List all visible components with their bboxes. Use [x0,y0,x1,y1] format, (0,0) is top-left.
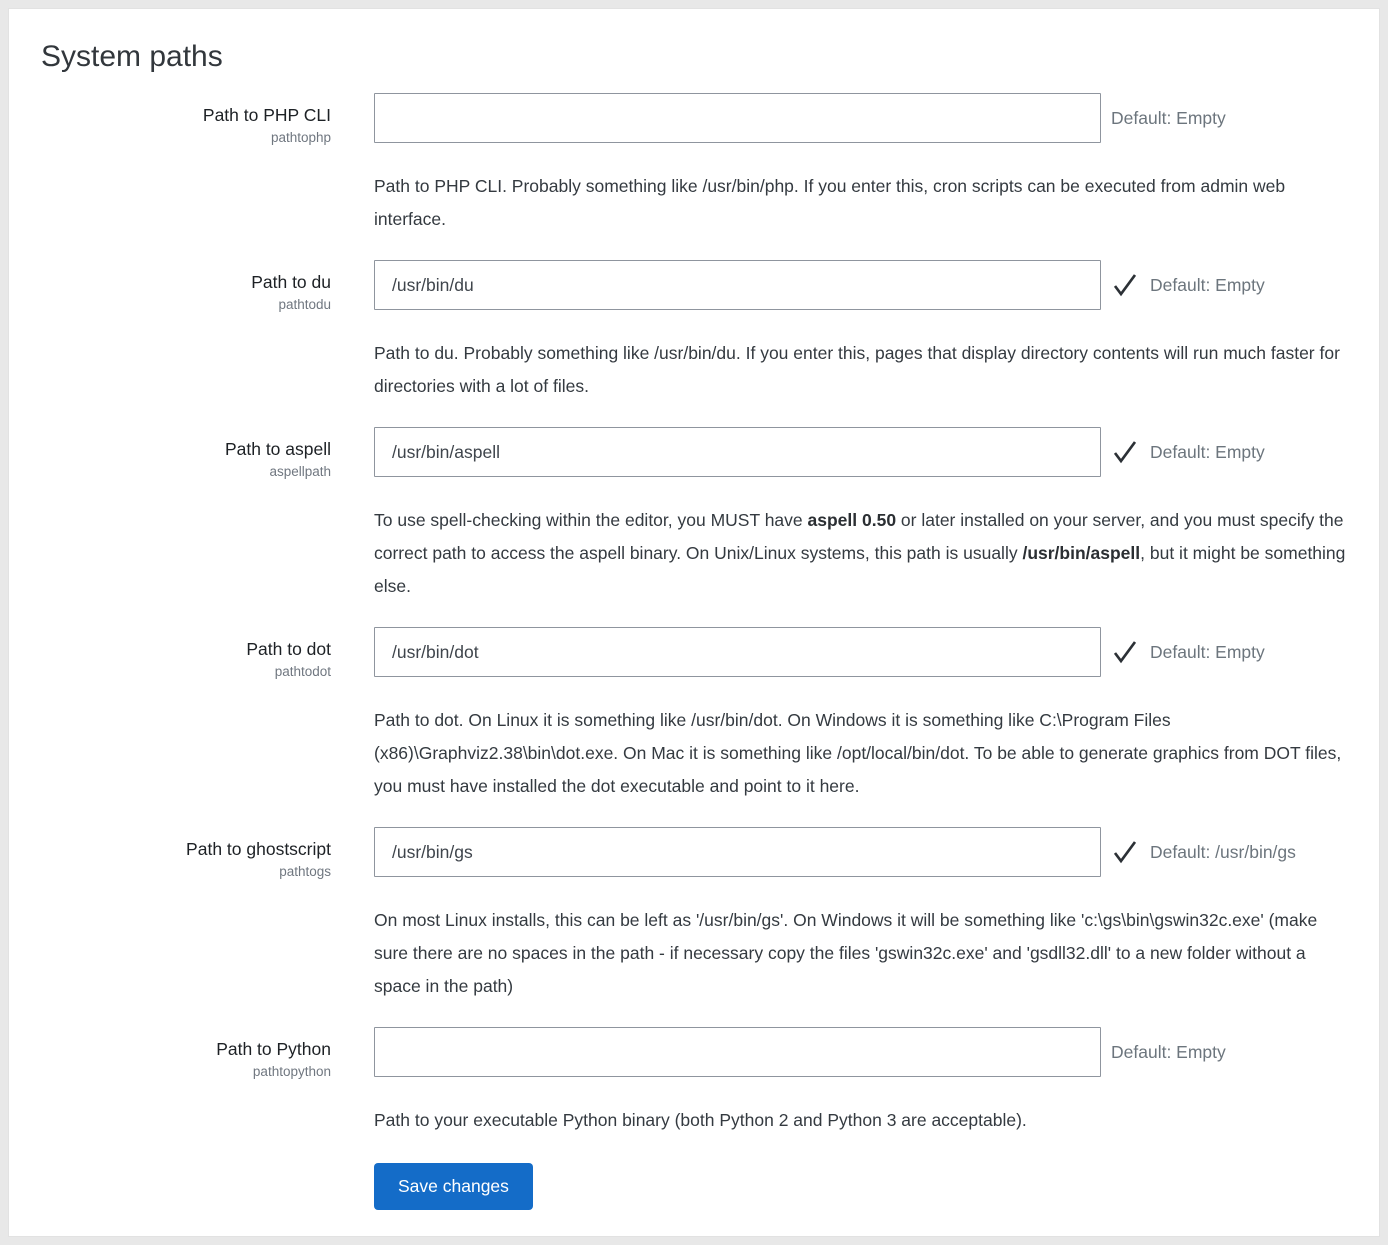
setting-label: Path to PHP CLI [37,102,331,128]
setting-input[interactable] [374,627,1101,677]
setting-label-block: Path to ghostscript pathtogs [37,827,331,1003]
setting-label: Path to ghostscript [37,836,331,862]
setting-label-block: Path to Python pathtopython [37,1027,331,1137]
setting-label-block: Path to PHP CLI pathtophp [37,93,331,236]
setting-machine-name: pathtopython [37,1064,331,1079]
default-value-label: Default: /usr/bin/gs [1150,842,1296,863]
setting-machine-name: pathtodu [37,297,331,312]
setting-main-block: Default: Empty Path to your executable P… [374,1027,1353,1137]
setting-main-block: Default: Empty Path to dot. On Linux it … [374,627,1353,803]
setting-description: To use spell-checking within the editor,… [374,504,1353,603]
setting-row: Path to PHP CLI pathtophp Default: Empty… [37,93,1353,236]
setting-input[interactable] [374,93,1101,143]
setting-main-block: Default: Empty Path to du. Probably some… [374,260,1353,403]
checkmark-icon [1110,837,1140,867]
setting-row: Path to dot pathtodot Default: Empty Pat… [37,627,1353,803]
setting-input[interactable] [374,427,1101,477]
setting-machine-name: pathtogs [37,864,331,879]
default-value-label: Default: Empty [1150,442,1265,463]
checkmark-icon [1110,437,1140,467]
setting-input-line: Default: Empty [374,427,1353,477]
setting-main-block: Default: /usr/bin/gs On most Linux insta… [374,827,1353,1003]
settings-list: Path to PHP CLI pathtophp Default: Empty… [37,93,1353,1137]
setting-label-block: Path to du pathtodu [37,260,331,403]
default-value-label: Default: Empty [1111,1042,1226,1063]
setting-description: Path to your executable Python binary (b… [374,1104,1353,1137]
setting-main-block: Default: Empty To use spell-checking wit… [374,427,1353,603]
save-changes-button[interactable]: Save changes [374,1163,533,1210]
setting-label-block: Path to aspell aspellpath [37,427,331,603]
setting-label-block: Path to dot pathtodot [37,627,331,803]
default-value-label: Default: Empty [1150,275,1265,296]
setting-machine-name: pathtophp [37,130,331,145]
setting-description: Path to dot. On Linux it is something li… [374,704,1353,803]
setting-input-line: Default: Empty [374,1027,1353,1077]
setting-machine-name: pathtodot [37,664,331,679]
setting-label: Path to Python [37,1036,331,1062]
system-paths-panel: System paths Path to PHP CLI pathtophp D… [8,8,1380,1237]
setting-row: Path to Python pathtopython Default: Emp… [37,1027,1353,1137]
setting-row: Path to aspell aspellpath Default: Empty… [37,427,1353,603]
setting-label: Path to du [37,269,331,295]
setting-label: Path to aspell [37,436,331,462]
setting-description: On most Linux installs, this can be left… [374,904,1353,1003]
save-row: Save changes [37,1163,1353,1210]
checkmark-icon [1110,637,1140,667]
setting-row: Path to ghostscript pathtogs Default: /u… [37,827,1353,1003]
setting-input[interactable] [374,260,1101,310]
setting-input-line: Default: /usr/bin/gs [374,827,1353,877]
setting-input-line: Default: Empty [374,260,1353,310]
setting-description: Path to du. Probably something like /usr… [374,337,1353,403]
setting-input[interactable] [374,827,1101,877]
checkmark-icon [1110,270,1140,300]
setting-main-block: Default: Empty Path to PHP CLI. Probably… [374,93,1353,236]
default-value-label: Default: Empty [1150,642,1265,663]
setting-input-line: Default: Empty [374,627,1353,677]
setting-machine-name: aspellpath [37,464,331,479]
setting-row: Path to du pathtodu Default: Empty Path … [37,260,1353,403]
page-title: System paths [41,37,1353,76]
setting-label: Path to dot [37,636,331,662]
default-value-label: Default: Empty [1111,108,1226,129]
setting-input-line: Default: Empty [374,93,1353,143]
setting-description: Path to PHP CLI. Probably something like… [374,170,1353,236]
setting-input[interactable] [374,1027,1101,1077]
